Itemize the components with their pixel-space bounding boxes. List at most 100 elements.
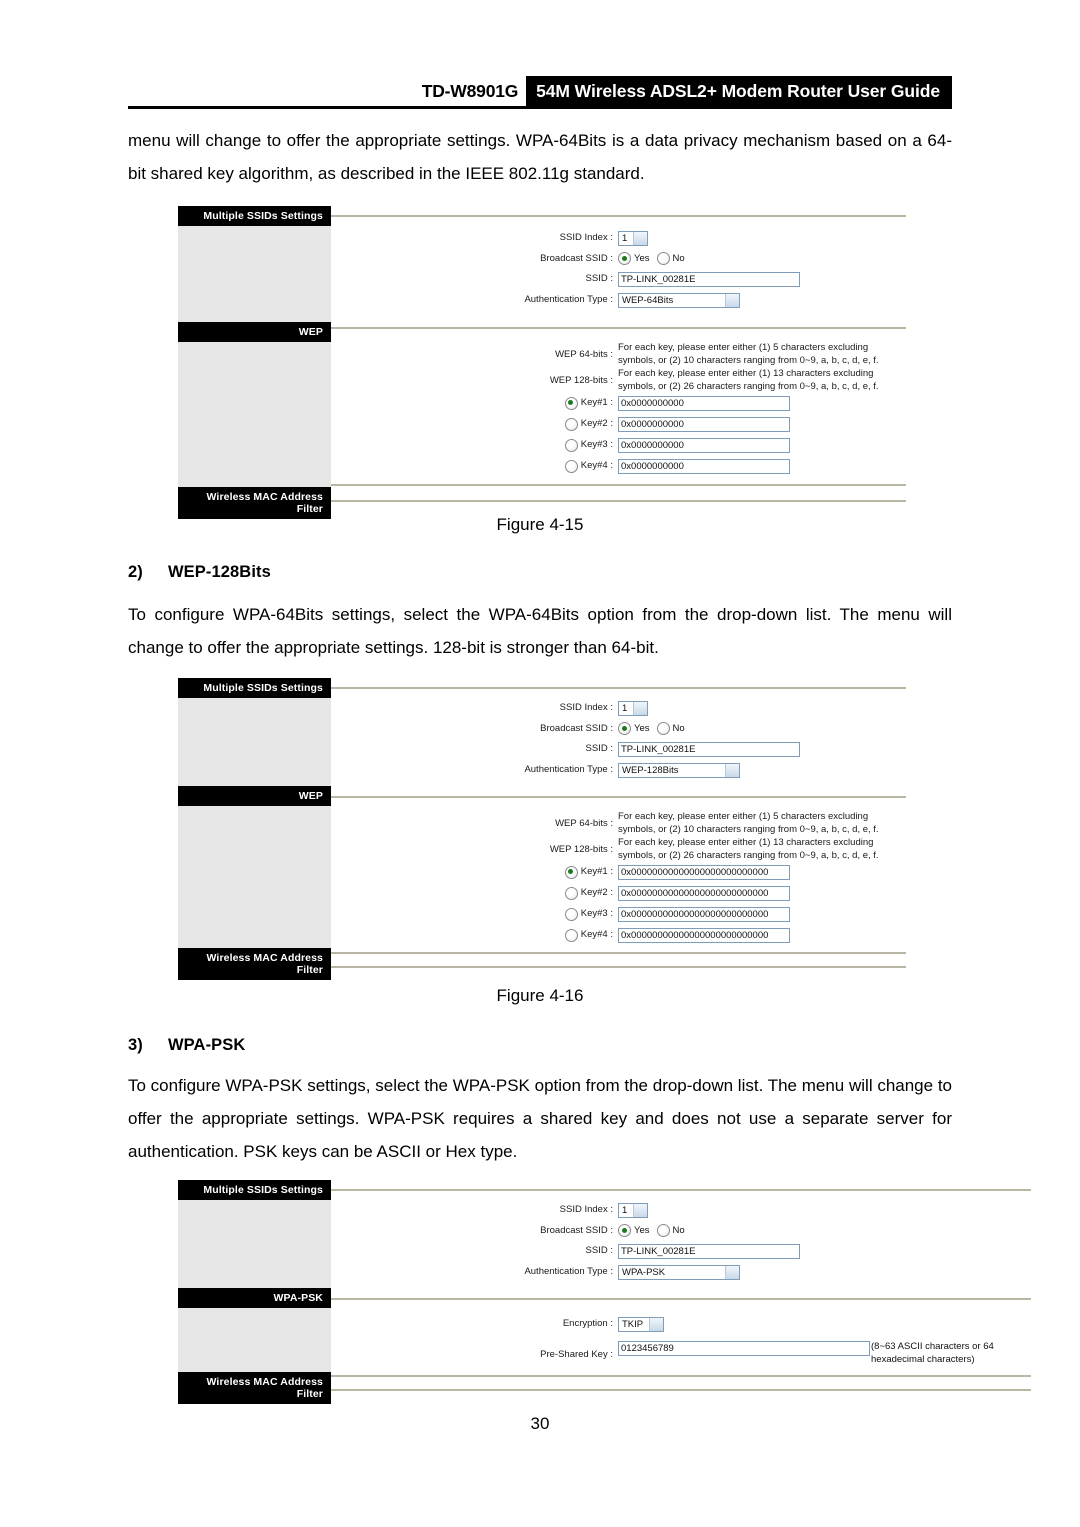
sidebar-item-wpa-psk[interactable]: WPA-PSK xyxy=(178,1288,331,1308)
ssid-index-select[interactable]: 1 xyxy=(618,231,648,246)
label-key2: Key#2 : xyxy=(580,418,613,429)
row-key-4: Key#4 : 0x00000000000000000000000000 xyxy=(331,928,906,943)
radio-icon[interactable] xyxy=(564,928,578,942)
figure1-main-panel: SSID Index : 1 Broadcast SSID : Yes No S… xyxy=(331,206,906,519)
figure-4-16-screenshot: Multiple SSIDs Settings WEP Wireless MAC… xyxy=(178,678,906,980)
sidebar-item-wireless-mac-filter[interactable]: Wireless MAC Address Filter xyxy=(178,1372,331,1404)
row-key-3: Key#3 : 0x0000000000 xyxy=(331,438,906,453)
figure2-ssid-settings: SSID Index : 1 Broadcast SSID : Yes No S… xyxy=(331,689,906,792)
label-key2-wrap: Key#2 : xyxy=(331,417,618,431)
authentication-type-select[interactable]: WPA-PSK xyxy=(618,1265,740,1280)
radio-icon[interactable] xyxy=(564,886,578,900)
broadcast-ssid-radio-group[interactable]: Yes No xyxy=(618,722,685,735)
sidebar-item-multiple-ssids[interactable]: Multiple SSIDs Settings xyxy=(178,206,331,226)
running-header: TD-W8901G 54M Wireless ADSL2+ Modem Rout… xyxy=(0,76,1080,106)
section-3-number: 3) xyxy=(128,1036,143,1054)
broadcast-ssid-yes[interactable]: Yes xyxy=(618,722,650,735)
radio-icon-selected[interactable] xyxy=(618,1224,631,1237)
radio-icon-selected[interactable] xyxy=(564,396,578,410)
row-ssid: SSID : TP-LINK_00281E xyxy=(331,742,906,757)
broadcast-ssid-radio-group[interactable]: Yes No xyxy=(618,1224,685,1237)
radio-icon[interactable] xyxy=(564,417,578,431)
label-key2: Key#2 : xyxy=(580,887,613,898)
radio-icon[interactable] xyxy=(564,438,578,452)
label-key1: Key#1 : xyxy=(580,866,613,877)
radio-icon-selected[interactable] xyxy=(618,252,631,265)
pre-shared-key-note: (8~63 ASCII characters or 64 hexadecimal… xyxy=(871,1341,994,1365)
row-auth-type: Authentication Type : WEP-128Bits xyxy=(331,763,906,778)
label-key1-wrap: Key#1 : xyxy=(331,396,618,410)
label-authentication-type: Authentication Type : xyxy=(524,764,613,775)
broadcast-ssid-no[interactable]: No xyxy=(656,1224,685,1237)
radio-icon[interactable] xyxy=(656,1224,670,1237)
label-authentication-type: Authentication Type : xyxy=(524,294,613,305)
radio-icon[interactable] xyxy=(564,907,578,921)
sidebar-item-multiple-ssids[interactable]: Multiple SSIDs Settings xyxy=(178,1180,331,1200)
chevron-down-icon xyxy=(633,232,647,245)
radio-icon-selected[interactable] xyxy=(618,722,631,735)
sidebar-item-wep[interactable]: WEP xyxy=(178,322,331,342)
broadcast-ssid-radio-group[interactable]: Yes No xyxy=(618,252,685,265)
row-ssid: SSID : TP-LINK_00281E xyxy=(331,272,906,287)
authentication-type-select[interactable]: WEP-64Bits xyxy=(618,293,740,308)
label-key4-wrap: Key#4 : xyxy=(331,928,618,942)
sidebar-item-wireless-mac-filter[interactable]: Wireless MAC Address Filter xyxy=(178,948,331,980)
broadcast-ssid-no[interactable]: No xyxy=(656,252,685,265)
broadcast-ssid-no-label: No xyxy=(672,1225,685,1236)
ssid-input[interactable]: TP-LINK_00281E xyxy=(618,1244,800,1259)
encryption-select[interactable]: TKIP xyxy=(618,1317,664,1332)
chevron-down-icon xyxy=(725,764,739,777)
label-ssid: SSID : xyxy=(585,743,613,754)
sidebar-spacer xyxy=(178,806,331,948)
radio-icon[interactable] xyxy=(656,722,670,735)
label-key2-wrap: Key#2 : xyxy=(331,886,618,900)
figure-4-15-caption: Figure 4-15 xyxy=(496,515,584,534)
section-rule-bottom xyxy=(331,500,906,502)
key4-input[interactable]: 0x0000000000 xyxy=(618,459,790,474)
header-guide-title: 54M Wireless ADSL2+ Modem Router User Gu… xyxy=(526,76,952,106)
key1-input[interactable]: 0x0000000000 xyxy=(618,396,790,411)
figure3-ssid-settings: SSID Index : 1 Broadcast SSID : Yes No S… xyxy=(331,1191,1031,1294)
row-ssid: SSID : TP-LINK_00281E xyxy=(331,1244,1031,1259)
key2-input[interactable]: 0x00000000000000000000000000 xyxy=(618,886,790,901)
broadcast-ssid-no[interactable]: No xyxy=(656,722,685,735)
pre-shared-key-input[interactable]: 0123456789 xyxy=(618,1341,870,1356)
label-key3: Key#3 : xyxy=(580,439,613,450)
figure-4-15-screenshot: Multiple SSIDs Settings WEP Wireless MAC… xyxy=(178,206,906,519)
broadcast-ssid-yes[interactable]: Yes xyxy=(618,1224,650,1237)
label-key4-wrap: Key#4 : xyxy=(331,459,618,473)
sidebar-spacer xyxy=(178,1200,331,1288)
radio-icon-selected[interactable] xyxy=(564,865,578,879)
section-3-heading: 3) WPA-PSK xyxy=(128,1036,245,1055)
ssid-input[interactable]: TP-LINK_00281E xyxy=(618,742,800,757)
intro-paragraph: menu will change to offer the appropriat… xyxy=(128,131,952,183)
figure-4-16-caption: Figure 4-16 xyxy=(496,986,584,1005)
label-broadcast-ssid: Broadcast SSID : xyxy=(540,1225,613,1236)
sidebar-spacer xyxy=(178,698,331,786)
ssid-index-select[interactable]: 1 xyxy=(618,1203,648,1218)
key3-input[interactable]: 0x00000000000000000000000000 xyxy=(618,907,790,922)
row-broadcast-ssid: Broadcast SSID : Yes No xyxy=(331,722,906,736)
header-divider-rule xyxy=(128,106,952,109)
key3-input[interactable]: 0x0000000000 xyxy=(618,438,790,453)
sidebar-item-multiple-ssids[interactable]: Multiple SSIDs Settings xyxy=(178,678,331,698)
radio-icon[interactable] xyxy=(564,459,578,473)
key2-input[interactable]: 0x0000000000 xyxy=(618,417,790,432)
authentication-type-select[interactable]: WEP-128Bits xyxy=(618,763,740,778)
authentication-type-value: WEP-128Bits xyxy=(622,765,679,776)
key1-input[interactable]: 0x00000000000000000000000000 xyxy=(618,865,790,880)
label-ssid-index: SSID Index : xyxy=(559,232,613,243)
label-pre-shared-key: Pre-Shared Key : xyxy=(540,1349,613,1360)
label-key1-wrap: Key#1 : xyxy=(331,865,618,879)
figure2-main-panel: SSID Index : 1 Broadcast SSID : Yes No S… xyxy=(331,678,906,980)
radio-icon[interactable] xyxy=(656,252,670,265)
ssid-index-select[interactable]: 1 xyxy=(618,701,648,716)
ssid-input[interactable]: TP-LINK_00281E xyxy=(618,272,800,287)
broadcast-ssid-yes[interactable]: Yes xyxy=(618,252,650,265)
figure1-wep-keys: WEP 64-bits : For each key, please enter… xyxy=(331,329,906,482)
wep-128-hint-text: For each key, please enter either (1) 13… xyxy=(618,837,879,861)
key4-input[interactable]: 0x00000000000000000000000000 xyxy=(618,928,790,943)
wpa-psk-screenshot: Multiple SSIDs Settings WPA-PSK Wireless… xyxy=(178,1180,1031,1404)
sidebar-item-wep[interactable]: WEP xyxy=(178,786,331,806)
label-ssid-index: SSID Index : xyxy=(559,1204,613,1215)
